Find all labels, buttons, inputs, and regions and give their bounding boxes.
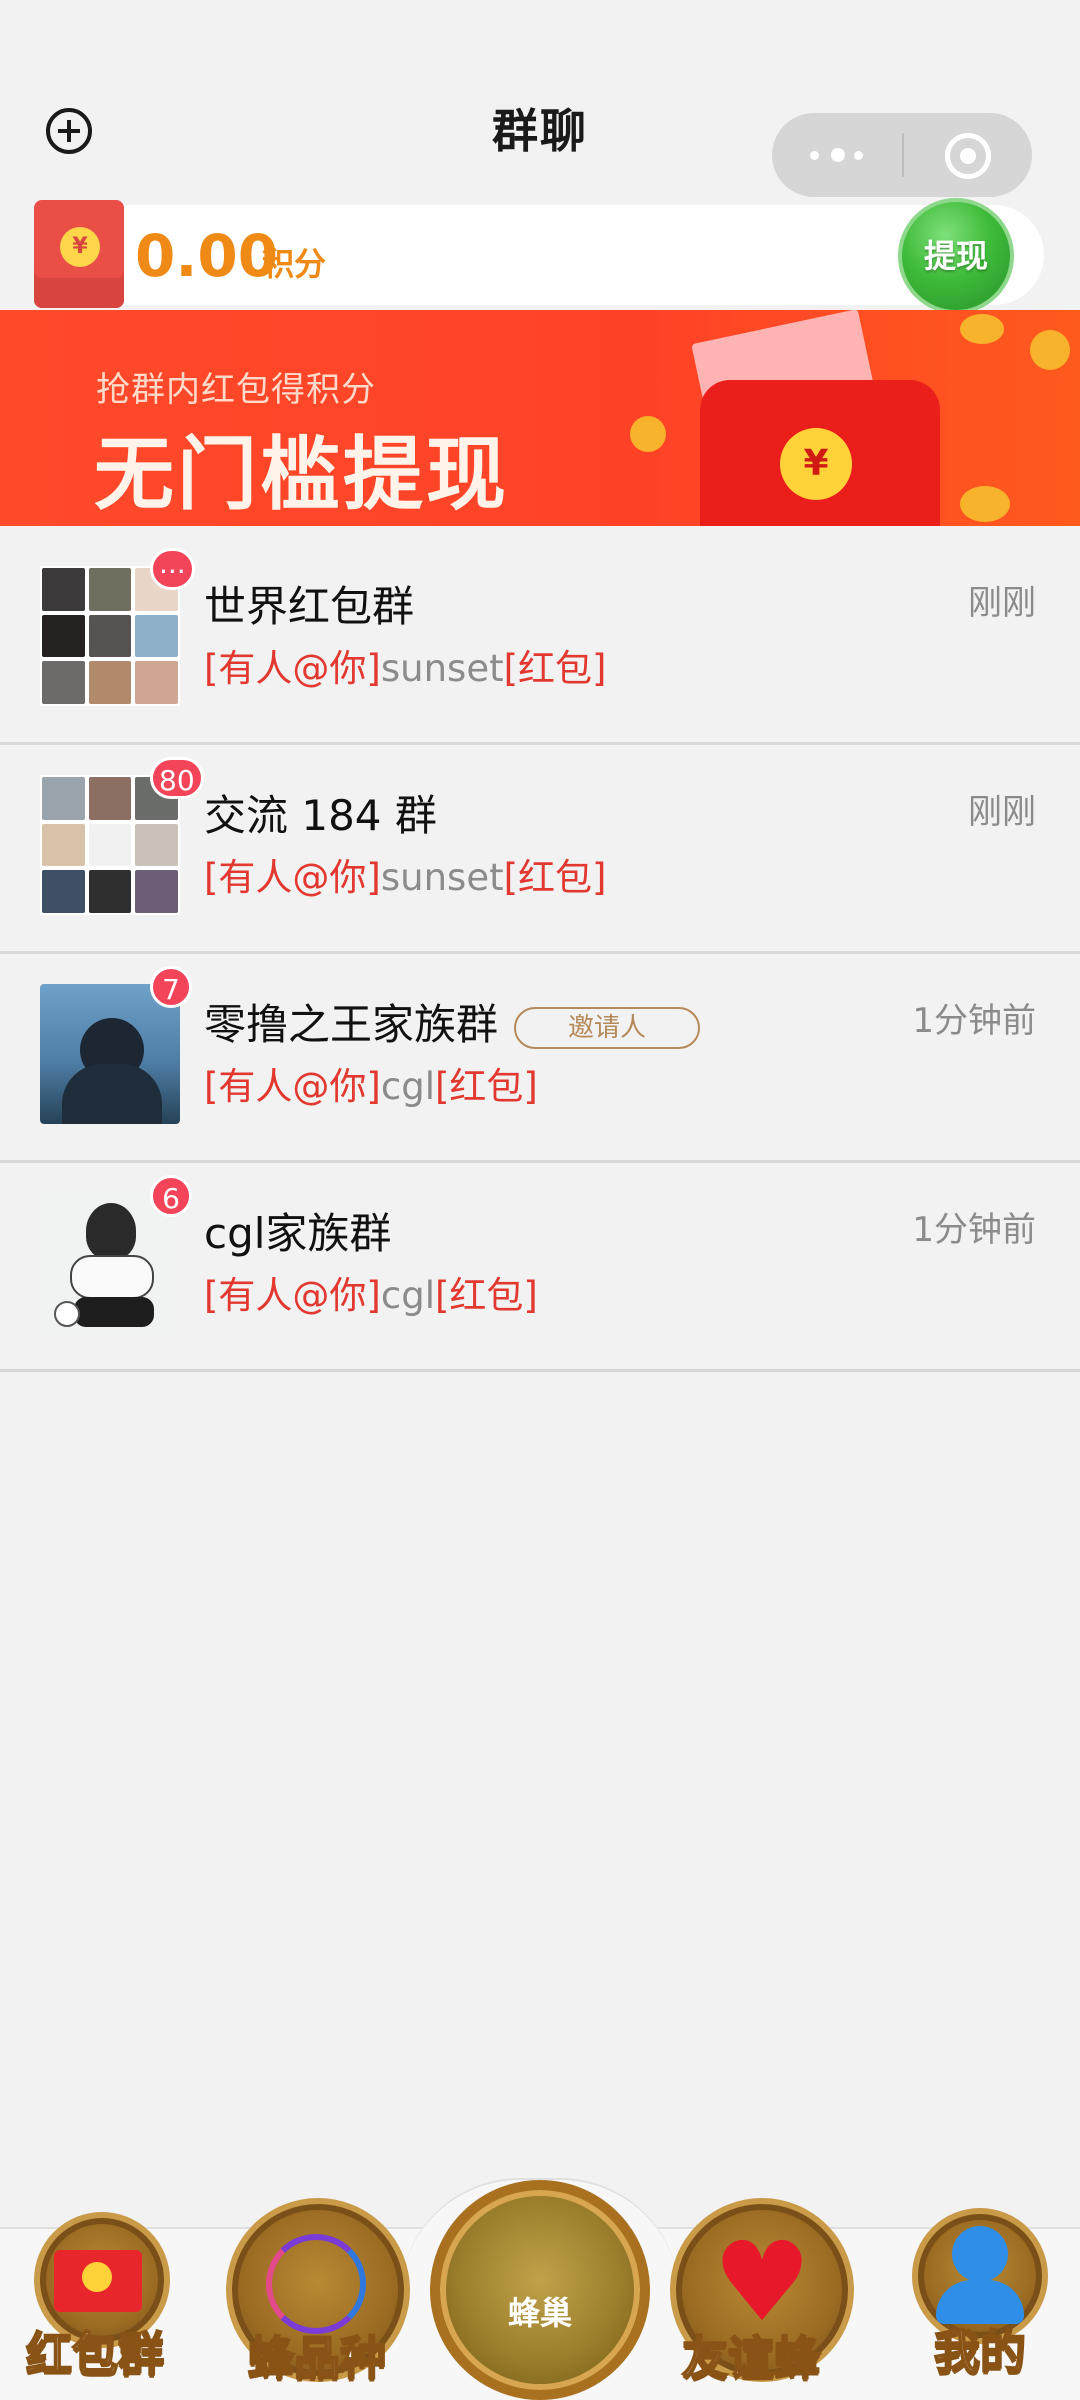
yen-coin-icon: ¥: [60, 227, 100, 267]
withdraw-button[interactable]: 提现: [898, 198, 1014, 314]
capsule-divider: [902, 133, 904, 177]
group-time: 刚刚: [968, 792, 1036, 832]
unread-badge: 7: [150, 966, 192, 1008]
preview-user: cgl: [380, 1274, 435, 1317]
group-time: 1分钟前: [912, 1001, 1036, 1041]
points-unit: 积分: [262, 245, 327, 283]
group-name: cgl家族群: [204, 1209, 392, 1258]
coin-icon: [1030, 330, 1070, 370]
unread-badge: ···: [150, 548, 195, 590]
preview-mention: [有人@你]: [204, 647, 381, 690]
invite-tag[interactable]: 邀请人: [514, 1006, 701, 1049]
preview-user: cgl: [380, 1065, 435, 1108]
more-dots-icon[interactable]: [806, 133, 870, 177]
heart-icon: ♥: [712, 2218, 812, 2346]
group-name: 交流 184 群: [204, 791, 437, 840]
user-icon: [952, 2226, 1008, 2282]
mini-program-capsule: [772, 113, 1032, 197]
group-preview: [有人@你]sunset[红包]: [204, 646, 606, 692]
group-item[interactable]: 80 交流 184 群 刚刚 [有人@你]sunset[红包]: [0, 745, 1080, 954]
unread-badge: 80: [150, 757, 204, 799]
nav-label: 红包群: [25, 2326, 165, 2382]
group-item[interactable]: ··· 世界红包群 刚刚 [有人@你]sunset[红包]: [0, 536, 1080, 745]
preview-mention: [有人@你]: [204, 1065, 381, 1108]
nav-label: 我的: [933, 2324, 1027, 2380]
group-time: 1分钟前: [912, 1210, 1036, 1250]
preview-user: sunset: [380, 647, 504, 690]
coin-icon: [960, 486, 1010, 522]
promo-banner[interactable]: 抢群内红包得积分 无门槛提现 ¥: [0, 310, 1080, 526]
group-time: 刚刚: [968, 583, 1036, 623]
group-avatar: [40, 1193, 180, 1333]
group-list: ··· 世界红包群 刚刚 [有人@你]sunset[红包] 80 交流 184 …: [0, 536, 1080, 1372]
group-preview: [有人@你]cgl[红包]: [204, 1273, 538, 1319]
group-preview: [有人@你]sunset[红包]: [204, 855, 606, 901]
unread-badge: 6: [150, 1175, 192, 1217]
group-name-text: 零撸之王家族群: [204, 1000, 499, 1049]
header-bar: 群聊: [0, 0, 1080, 197]
red-envelope-icon: ¥: [34, 200, 124, 308]
group-name: 零撸之王家族群 邀请人: [204, 999, 701, 1051]
group-name: 世界红包群: [204, 582, 415, 631]
banner-title: 无门槛提现: [94, 428, 509, 521]
preview-tag: [红包]: [503, 647, 607, 690]
dna-icon: [266, 2234, 366, 2334]
group-item[interactable]: 6 cgl家族群 1分钟前 [有人@你]cgl[红包]: [0, 1163, 1080, 1372]
target-circle-icon[interactable]: [945, 133, 991, 179]
coin-icon: [630, 416, 666, 452]
preview-tag: [红包]: [434, 1065, 538, 1108]
yen-seal-icon: ¥: [780, 428, 852, 500]
points-value: 0.00: [135, 222, 279, 290]
nav-label: 蜂品种: [247, 2330, 387, 2386]
nav-item-hive-label[interactable]: 蜂巢: [430, 2288, 650, 2334]
preview-tag: [红包]: [434, 1274, 538, 1317]
preview-tag: [红包]: [503, 856, 607, 899]
group-preview: [有人@你]cgl[红包]: [204, 1064, 538, 1110]
coin-icon: [960, 314, 1004, 344]
preview-mention: [有人@你]: [204, 1274, 381, 1317]
coin-icon: [82, 2262, 112, 2292]
group-item[interactable]: 7 零撸之王家族群 邀请人 1分钟前 [有人@你]cgl[红包]: [0, 954, 1080, 1163]
banner-subtitle: 抢群内红包得积分: [96, 370, 376, 410]
preview-user: sunset: [380, 856, 504, 899]
group-avatar: [40, 984, 180, 1124]
nav-label: 友谊蜂: [681, 2330, 821, 2386]
preview-mention: [有人@你]: [204, 856, 381, 899]
